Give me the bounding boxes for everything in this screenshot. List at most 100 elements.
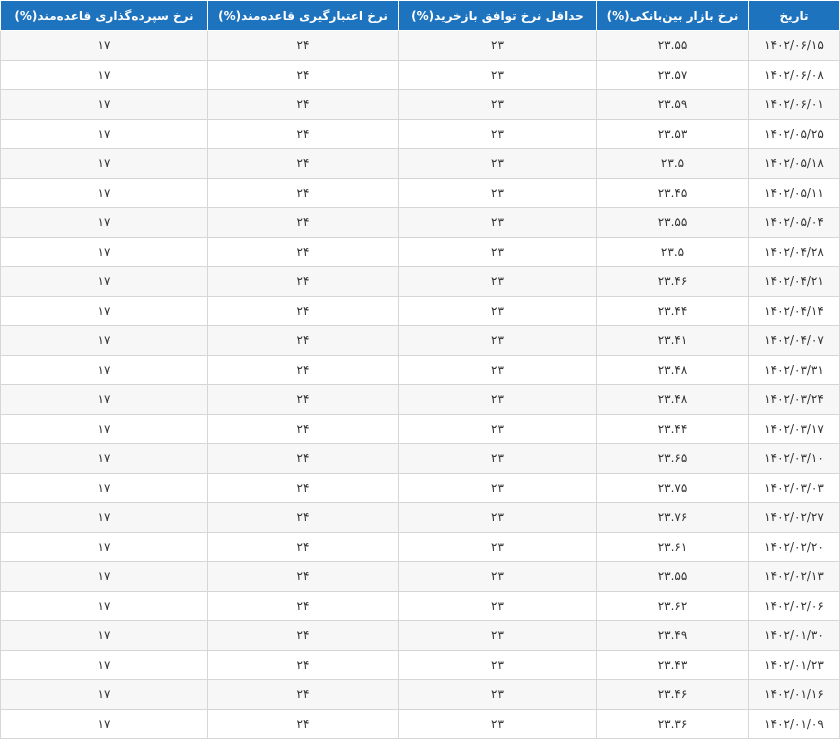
table-row: ۱۴۰۲/۰۵/۲۵ ۲۳.۵۳ ۲۳ ۲۴ ۱۷ xyxy=(0,118,840,149)
cell-lending-rate: ۲۴ xyxy=(207,708,399,739)
cell-date: ۱۴۰۲/۰۶/۰۸ xyxy=(748,59,840,90)
table-row: ۱۴۰۲/۰۴/۲۱ ۲۳.۴۶ ۲۳ ۲۴ ۱۷ xyxy=(0,266,840,297)
cell-repo-rate: ۲۳ xyxy=(398,118,597,149)
table-row: ۱۴۰۲/۰۵/۱۱ ۲۳.۴۵ ۲۳ ۲۴ ۱۷ xyxy=(0,177,840,208)
cell-interbank-rate: ۲۳.۵۵ xyxy=(596,207,749,238)
cell-date: ۱۴۰۲/۰۵/۱۸ xyxy=(748,148,840,179)
cell-lending-rate: ۲۴ xyxy=(207,325,399,356)
cell-date: ۱۴۰۲/۰۳/۰۳ xyxy=(748,472,840,503)
table-row: ۱۴۰۲/۰۳/۰۳ ۲۳.۷۵ ۲۳ ۲۴ ۱۷ xyxy=(0,472,840,503)
cell-repo-rate: ۲۳ xyxy=(398,502,597,533)
cell-deposit-rate: ۱۷ xyxy=(0,590,208,621)
cell-interbank-rate: ۲۳.۴۵ xyxy=(596,177,749,208)
cell-interbank-rate: ۲۳.۴۶ xyxy=(596,679,749,710)
table-row: ۱۴۰۲/۰۲/۲۰ ۲۳.۶۱ ۲۳ ۲۴ ۱۷ xyxy=(0,531,840,562)
cell-date: ۱۴۰۲/۰۲/۰۶ xyxy=(748,590,840,621)
cell-date: ۱۴۰۲/۰۵/۲۵ xyxy=(748,118,840,149)
header-lending-rate: نرخ اعتبارگیری قاعده‌مند(%) xyxy=(207,0,399,31)
cell-interbank-rate: ۲۳.۵ xyxy=(596,236,749,267)
cell-repo-rate: ۲۳ xyxy=(398,59,597,90)
cell-interbank-rate: ۲۳.۴۸ xyxy=(596,384,749,415)
table-row: ۱۴۰۲/۰۶/۰۸ ۲۳.۵۷ ۲۳ ۲۴ ۱۷ xyxy=(0,59,840,90)
cell-deposit-rate: ۱۷ xyxy=(0,354,208,385)
cell-deposit-rate: ۱۷ xyxy=(0,679,208,710)
cell-interbank-rate: ۲۳.۵۳ xyxy=(596,118,749,149)
cell-repo-rate: ۲۳ xyxy=(398,443,597,474)
cell-lending-rate: ۲۴ xyxy=(207,679,399,710)
cell-repo-rate: ۲۳ xyxy=(398,620,597,651)
header-interbank-rate: نرخ بازار بین‌بانکی(%) xyxy=(596,0,749,31)
cell-interbank-rate: ۲۳.۴۴ xyxy=(596,295,749,326)
cell-deposit-rate: ۱۷ xyxy=(0,295,208,326)
cell-lending-rate: ۲۴ xyxy=(207,443,399,474)
cell-date: ۱۴۰۲/۰۶/۰۱ xyxy=(748,89,840,120)
table-row: ۱۴۰۲/۰۲/۲۷ ۲۳.۷۶ ۲۳ ۲۴ ۱۷ xyxy=(0,502,840,533)
cell-repo-rate: ۲۳ xyxy=(398,207,597,238)
table-row: ۱۴۰۲/۰۳/۳۱ ۲۳.۴۸ ۲۳ ۲۴ ۱۷ xyxy=(0,354,840,385)
table-body: ۱۴۰۲/۰۶/۱۵ ۲۳.۵۵ ۲۳ ۲۴ ۱۷ ۱۴۰۲/۰۶/۰۸ ۲۳.۵۷ ۲۳ ۲۴… xyxy=(0,30,840,739)
cell-repo-rate: ۲۳ xyxy=(398,89,597,120)
cell-repo-rate: ۲۳ xyxy=(398,708,597,739)
cell-lending-rate: ۲۴ xyxy=(207,590,399,621)
cell-date: ۱۴۰۲/۰۱/۰۹ xyxy=(748,708,840,739)
cell-interbank-rate: ۲۳.۵ xyxy=(596,148,749,179)
cell-interbank-rate: ۲۳.۶۵ xyxy=(596,443,749,474)
cell-deposit-rate: ۱۷ xyxy=(0,413,208,444)
cell-interbank-rate: ۲۳.۷۵ xyxy=(596,472,749,503)
table-row: ۱۴۰۲/۰۴/۲۸ ۲۳.۵ ۲۳ ۲۴ ۱۷ xyxy=(0,236,840,267)
cell-lending-rate: ۲۴ xyxy=(207,89,399,120)
table-row: ۱۴۰۲/۰۱/۰۹ ۲۳.۳۶ ۲۳ ۲۴ ۱۷ xyxy=(0,708,840,739)
cell-repo-rate: ۲۳ xyxy=(398,354,597,385)
cell-deposit-rate: ۱۷ xyxy=(0,30,208,61)
cell-repo-rate: ۲۳ xyxy=(398,325,597,356)
cell-date: ۱۴۰۲/۰۴/۲۸ xyxy=(748,236,840,267)
cell-date: ۱۴۰۲/۰۴/۲۱ xyxy=(748,266,840,297)
cell-repo-rate: ۲۳ xyxy=(398,413,597,444)
cell-deposit-rate: ۱۷ xyxy=(0,620,208,651)
cell-date: ۱۴۰۲/۰۶/۱۵ xyxy=(748,30,840,61)
cell-date: ۱۴۰۲/۰۵/۱۱ xyxy=(748,177,840,208)
cell-repo-rate: ۲۳ xyxy=(398,679,597,710)
cell-deposit-rate: ۱۷ xyxy=(0,59,208,90)
cell-interbank-rate: ۲۳.۵۵ xyxy=(596,561,749,592)
cell-date: ۱۴۰۲/۰۳/۲۴ xyxy=(748,384,840,415)
cell-lending-rate: ۲۴ xyxy=(207,207,399,238)
cell-date: ۱۴۰۲/۰۱/۳۰ xyxy=(748,620,840,651)
header-repo-rate: حداقل نرخ توافق بازخرید(%) xyxy=(398,0,597,31)
cell-interbank-rate: ۲۳.۴۴ xyxy=(596,413,749,444)
cell-deposit-rate: ۱۷ xyxy=(0,148,208,179)
cell-date: ۱۴۰۲/۰۴/۰۷ xyxy=(748,325,840,356)
table-header: تاریخ نرخ بازار بین‌بانکی(%) حداقل نرخ ت… xyxy=(0,0,840,31)
cell-lending-rate: ۲۴ xyxy=(207,236,399,267)
cell-lending-rate: ۲۴ xyxy=(207,620,399,651)
cell-lending-rate: ۲۴ xyxy=(207,531,399,562)
cell-interbank-rate: ۲۳.۴۳ xyxy=(596,649,749,680)
table-row: ۱۴۰۲/۰۳/۲۴ ۲۳.۴۸ ۲۳ ۲۴ ۱۷ xyxy=(0,384,840,415)
cell-repo-rate: ۲۳ xyxy=(398,295,597,326)
table-row: ۱۴۰۲/۰۱/۳۰ ۲۳.۴۹ ۲۳ ۲۴ ۱۷ xyxy=(0,620,840,651)
cell-lending-rate: ۲۴ xyxy=(207,266,399,297)
cell-repo-rate: ۲۳ xyxy=(398,561,597,592)
cell-deposit-rate: ۱۷ xyxy=(0,207,208,238)
cell-repo-rate: ۲۳ xyxy=(398,177,597,208)
table-row: ۱۴۰۲/۰۲/۱۳ ۲۳.۵۵ ۲۳ ۲۴ ۱۷ xyxy=(0,561,840,592)
cell-deposit-rate: ۱۷ xyxy=(0,266,208,297)
cell-deposit-rate: ۱۷ xyxy=(0,443,208,474)
header-deposit-rate: نرخ سپرده‌گذاری قاعده‌مند(%) xyxy=(0,0,208,31)
cell-repo-rate: ۲۳ xyxy=(398,266,597,297)
cell-deposit-rate: ۱۷ xyxy=(0,708,208,739)
cell-lending-rate: ۲۴ xyxy=(207,384,399,415)
cell-lending-rate: ۲۴ xyxy=(207,472,399,503)
table-row: ۱۴۰۲/۰۲/۰۶ ۲۳.۶۲ ۲۳ ۲۴ ۱۷ xyxy=(0,590,840,621)
cell-interbank-rate: ۲۳.۵۵ xyxy=(596,30,749,61)
cell-deposit-rate: ۱۷ xyxy=(0,649,208,680)
cell-lending-rate: ۲۴ xyxy=(207,177,399,208)
cell-lending-rate: ۲۴ xyxy=(207,59,399,90)
header-date: تاریخ xyxy=(748,0,840,31)
table-row: ۱۴۰۲/۰۶/۰۱ ۲۳.۵۹ ۲۳ ۲۴ ۱۷ xyxy=(0,89,840,120)
cell-deposit-rate: ۱۷ xyxy=(0,325,208,356)
interest-rates-table: تاریخ نرخ بازار بین‌بانکی(%) حداقل نرخ ت… xyxy=(0,0,840,739)
cell-date: ۱۴۰۲/۰۲/۱۳ xyxy=(748,561,840,592)
cell-lending-rate: ۲۴ xyxy=(207,295,399,326)
cell-date: ۱۴۰۲/۰۴/۱۴ xyxy=(748,295,840,326)
